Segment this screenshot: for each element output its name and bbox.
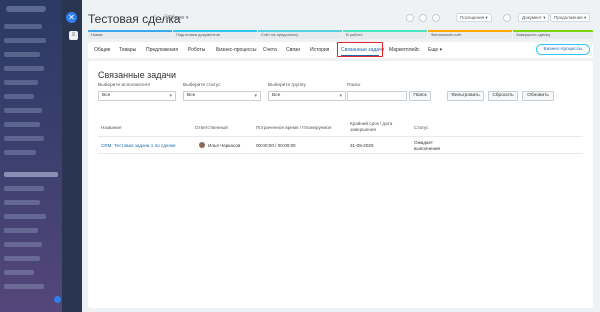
close-icon[interactable]: ✕ (66, 12, 77, 23)
bell-icon[interactable] (419, 14, 427, 22)
tab-general[interactable]: Общие (94, 47, 110, 53)
sidebar-item[interactable] (4, 94, 34, 99)
reset-button[interactable]: Сбросить (488, 91, 518, 101)
sidebar-item[interactable] (4, 38, 46, 43)
executor-select[interactable]: Все (98, 91, 176, 101)
tab-marketplace[interactable]: Маркетплейс (389, 47, 420, 53)
sidebar-item[interactable] (4, 52, 40, 57)
stage-item[interactable]: Подготовка документов (173, 30, 257, 39)
stage-item[interactable]: Финальный счёт (428, 30, 512, 39)
list-icon[interactable]: ≡ (69, 31, 78, 40)
status-value: Ожидает выполнения (414, 140, 441, 151)
tab-invoices[interactable]: Счета (263, 47, 277, 53)
stage-item[interactable]: В работе (343, 30, 427, 39)
stage-item[interactable]: Счёт на предоплату (258, 30, 342, 39)
tab-active-underline (341, 55, 379, 56)
row-divider (98, 153, 583, 154)
time-value: 00:00:00 / 00:00:00 (256, 143, 296, 148)
status-label: Выберите статус (183, 83, 221, 88)
left-sidebar (0, 0, 62, 312)
sidebar-item[interactable] (4, 228, 38, 233)
col-deadline: Крайний срок / дата завершения (350, 121, 393, 132)
tab-more[interactable]: Еще ▾ (428, 47, 442, 53)
tab-history[interactable]: История (310, 47, 329, 53)
sidebar-item[interactable] (4, 256, 40, 261)
search-input[interactable] (347, 91, 407, 101)
deadline-value: 31-05-2025 (350, 143, 374, 148)
sidebar-item-active[interactable] (4, 172, 58, 177)
portal-logo (6, 6, 46, 12)
refresh-button[interactable]: Обновить (522, 91, 554, 101)
continue-dropdown[interactable]: Продолжение ▾ (550, 13, 591, 22)
sidebar-item[interactable] (4, 270, 34, 275)
group-select[interactable]: Все (268, 91, 346, 101)
star-icon[interactable] (406, 14, 414, 22)
document-dropdown[interactable]: Документ ▾ (518, 13, 550, 22)
sidebar-item[interactable] (4, 66, 44, 71)
sidebar-item[interactable] (4, 108, 42, 113)
tab-products[interactable]: Товары (119, 47, 136, 53)
related-tasks-card: Связанные задачи Выберите исполнителя Вс… (88, 61, 593, 308)
category-dropdown[interactable]: Общие ▾ (168, 15, 188, 21)
sidebar-item[interactable] (4, 200, 40, 205)
header-divider (98, 136, 583, 137)
col-name: Название (101, 125, 122, 130)
tab-business-processes[interactable]: Бизнес-процессы (216, 47, 257, 53)
status-select[interactable]: Все (183, 91, 261, 101)
sidebar-item[interactable] (4, 136, 44, 141)
col-status: Статус (414, 125, 429, 130)
deal-slider: Тестовая сделка ✎ ⎘ Общие ▾ Посещения ▾ … (82, 0, 600, 312)
chat-icon[interactable] (54, 296, 61, 303)
business-processes-button[interactable]: Бизнес-процессы (536, 44, 590, 55)
stage-item[interactable]: Новая (88, 30, 172, 39)
sidebar-item[interactable] (4, 122, 40, 127)
sidebar-item[interactable] (4, 80, 38, 85)
col-time: Потраченное время / Планируемое (256, 125, 332, 130)
search-label: Поиск (347, 83, 361, 88)
gear-icon[interactable] (503, 14, 511, 22)
sidebar-item[interactable] (4, 24, 42, 29)
executor-label: Выберите исполнителя (98, 83, 150, 88)
stage-item[interactable]: Завершить сделку (513, 30, 593, 39)
task-name-link[interactable]: CRM: Тестовая задача 1 по сделке (101, 143, 176, 149)
sidebar-item[interactable] (4, 214, 46, 219)
sidebar-item[interactable] (4, 242, 42, 247)
sidebar-item[interactable] (4, 186, 44, 191)
tab-links[interactable]: Связи (286, 47, 300, 53)
filter-button[interactable]: Фильтровать (447, 91, 484, 101)
group-label: Выберите группу (268, 83, 306, 88)
responsible-name[interactable]: Илья Черкасов (208, 143, 240, 149)
tab-offers[interactable]: Предложения (146, 47, 178, 53)
section-heading: Связанные задачи (98, 70, 177, 80)
link-icon[interactable] (432, 14, 440, 22)
avatar (199, 142, 205, 148)
col-responsible: Ответственный (195, 125, 228, 130)
sidebar-item[interactable] (4, 150, 36, 155)
tab-robots[interactable]: Роботы (188, 47, 205, 53)
sidebar-item[interactable] (4, 284, 44, 289)
visits-dropdown[interactable]: Посещения ▾ (456, 13, 492, 22)
search-button[interactable]: Поиск (409, 91, 431, 101)
